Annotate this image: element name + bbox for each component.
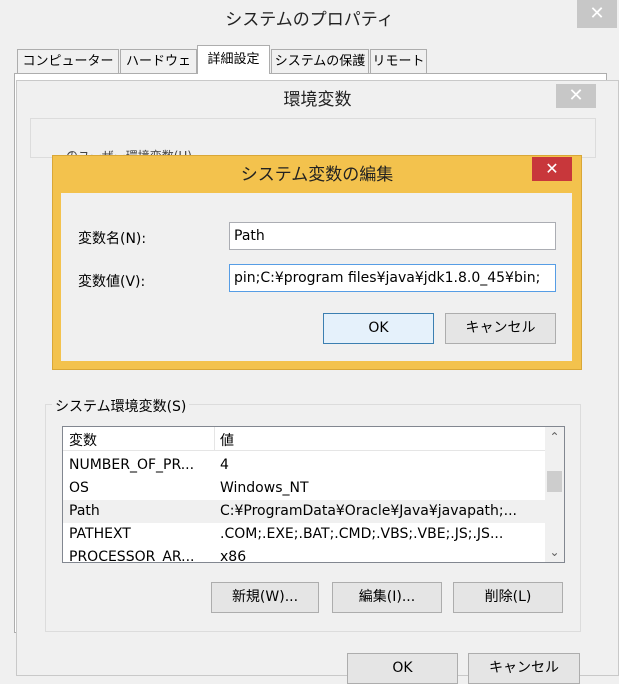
variable-name-cell: PROCESSOR_AR...	[69, 549, 195, 563]
tab-computer-name[interactable]: コンピューター名	[17, 49, 119, 92]
environment-variables-close-button[interactable]: ✕	[556, 84, 596, 108]
variable-name-cell: Path	[69, 503, 100, 519]
column-divider[interactable]	[214, 427, 215, 451]
variable-value-cell: x86	[220, 549, 247, 563]
table-row[interactable]: OS Windows_NT	[63, 477, 545, 500]
variable-name-label: 変数名(N):	[78, 231, 147, 247]
env-cancel-button[interactable]: キャンセル	[468, 653, 580, 684]
list-header: 変数 値	[63, 427, 545, 451]
close-icon: ✕	[568, 85, 584, 106]
env-ok-button[interactable]: OK	[347, 653, 458, 684]
edit-system-variable-close-button[interactable]: ✕	[532, 157, 572, 181]
new-variable-button[interactable]: 新規(W)...	[211, 582, 319, 613]
close-icon: ✕	[589, 3, 605, 24]
tab-remote[interactable]: リモート	[370, 49, 427, 73]
table-row[interactable]: PROCESSOR_AR... x86	[63, 546, 545, 563]
variable-name-cell: NUMBER_OF_PR...	[69, 457, 195, 473]
variable-value-field[interactable]: pin;C:¥program files¥java¥jdk1.8.0_45¥bi…	[229, 264, 556, 292]
edit-variable-button[interactable]: 編集(I)...	[332, 582, 442, 613]
variable-name-cell: OS	[69, 480, 89, 496]
variable-name-field[interactable]: Path	[229, 222, 556, 250]
close-icon: ✕	[545, 159, 559, 178]
edit-cancel-button[interactable]: キャンセル	[445, 313, 556, 344]
table-row[interactable]: PATHEXT .COM;.EXE;.BAT;.CMD;.VBS;.VBE;.J…	[63, 523, 545, 546]
table-row-selected[interactable]: Path C:¥ProgramData¥Oracle¥Java¥javapath…	[63, 500, 545, 523]
scroll-down-arrow-icon[interactable]: ⌄	[545, 542, 564, 562]
table-row[interactable]: NUMBER_OF_PR... 4	[63, 454, 545, 477]
system-variables-group-label: システム環境変数(S)	[52, 396, 190, 416]
system-properties-title: システムのプロパティ	[225, 10, 394, 30]
variable-value-cell: Windows_NT	[220, 480, 309, 496]
tab-system-protection[interactable]: システムの保護	[271, 49, 369, 73]
variable-value-cell: .COM;.EXE;.BAT;.CMD;.VBS;.VBE;.JS;.JS...	[220, 526, 504, 542]
tab-advanced[interactable]: 詳細設定	[197, 45, 270, 74]
variable-value-cell: C:¥ProgramData¥Oracle¥Java¥javapath;...	[220, 503, 517, 519]
system-properties-close-button[interactable]: ✕	[577, 0, 617, 28]
vertical-scrollbar[interactable]: ⌃ ⌄	[545, 427, 564, 562]
edit-system-variable-title: システム変数の編集	[240, 165, 394, 185]
tab-hardware[interactable]: ハードウェア	[120, 49, 197, 92]
column-header-value[interactable]: 値	[220, 430, 234, 450]
scroll-up-arrow-icon[interactable]: ⌃	[545, 427, 564, 447]
edit-ok-button[interactable]: OK	[323, 313, 434, 344]
column-header-variable[interactable]: 変数	[69, 430, 97, 450]
scrollbar-thumb[interactable]	[547, 471, 562, 492]
variable-value-label: 変数値(V):	[78, 274, 146, 290]
variable-name-cell: PATHEXT	[69, 526, 131, 542]
variable-value-cell: 4	[220, 457, 229, 473]
system-variables-list[interactable]: 変数 値 NUMBER_OF_PR... 4 OS Windows_NT Pat…	[62, 426, 565, 563]
environment-variables-title: 環境変数	[283, 90, 352, 110]
delete-variable-button[interactable]: 削除(L)	[453, 582, 563, 613]
